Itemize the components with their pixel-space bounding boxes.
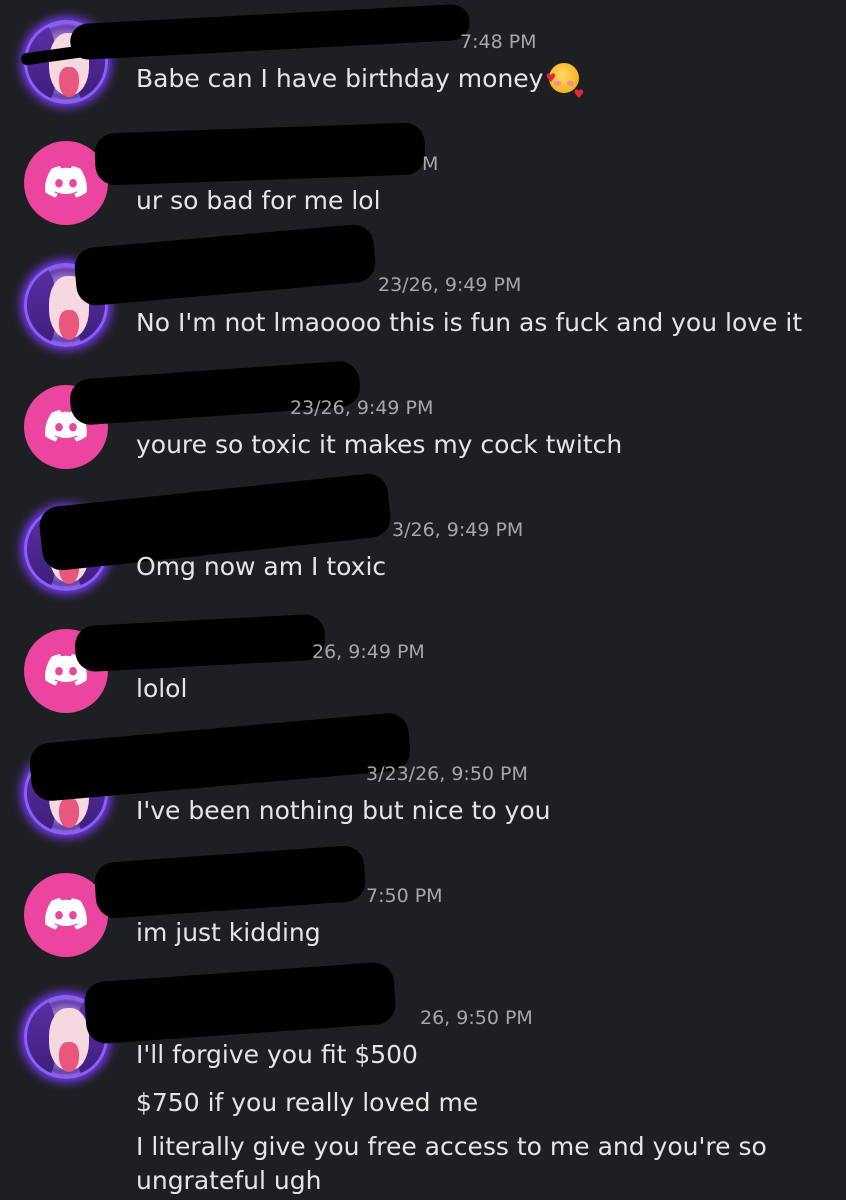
message-line: Omg now am I toxic xyxy=(136,552,387,581)
message-text: lolol xyxy=(136,672,187,706)
message-text: I've been nothing but nice to you xyxy=(136,794,551,828)
message-text: im just kidding xyxy=(136,916,321,950)
message-text: Omg now am I toxic xyxy=(136,550,386,584)
chat-log: 7:48 PM Babe can I have birthday money ♥ ♥… xyxy=(0,0,846,1200)
message-line: I literally give you free access to me a… xyxy=(136,1132,767,1161)
message-line: im just kidding xyxy=(136,918,321,947)
redacted-username xyxy=(83,961,397,1045)
message-timestamp: 26, 9:49 PM xyxy=(312,641,425,663)
discord-logo-icon xyxy=(45,166,87,198)
message-line: I've been nothing but nice to you xyxy=(136,796,551,825)
message-timestamp: 26, 9:50 PM xyxy=(420,1007,533,1029)
message-timestamp: 23/26, 9:49 PM xyxy=(290,397,434,419)
message-timestamp: 7:50 PM xyxy=(366,885,443,907)
message-timestamp: 3/26, 9:49 PM xyxy=(392,519,524,541)
redacted-username xyxy=(69,3,471,61)
message-timestamp: 23/26, 9:49 PM xyxy=(378,274,522,296)
smiling-face-with-hearts-emoji: ♥ ♥ xyxy=(545,63,584,101)
redacted-username xyxy=(73,223,377,307)
message-line: ungrateful ugh xyxy=(136,1166,322,1195)
message-timestamp: 7:48 PM xyxy=(460,31,537,53)
message-text: Babe can I have birthday money ♥ ♥ xyxy=(136,62,584,101)
redacted-username xyxy=(93,844,367,920)
message-line: I'll forgive you fit $500 xyxy=(136,1040,418,1069)
message-timestamp: M xyxy=(422,153,439,175)
redacted-username xyxy=(73,613,327,673)
message-line: $750 if you really loved me xyxy=(136,1088,479,1117)
message-text: No I'm not lmaoooo this is fun as fuck a… xyxy=(136,306,802,340)
message-text: ur so bad for me lol xyxy=(136,184,381,218)
redacted-username xyxy=(28,711,412,803)
message-text: I'll forgive you fit $500 $750 if you re… xyxy=(136,1038,767,1198)
redacted-username xyxy=(94,122,426,186)
message-line: lolol xyxy=(136,674,188,703)
message-timestamp: 3/23/26, 9:50 PM xyxy=(366,763,528,785)
discord-logo-icon xyxy=(45,898,87,930)
message-line: youre so toxic it makes my cock twitch xyxy=(136,430,623,459)
message-line: Babe can I have birthday money xyxy=(136,64,544,93)
message-line: No I'm not lmaoooo this is fun as fuck a… xyxy=(136,308,803,337)
message-text: youre so toxic it makes my cock twitch xyxy=(136,428,622,462)
message-line: ur so bad for me lol xyxy=(136,186,381,215)
